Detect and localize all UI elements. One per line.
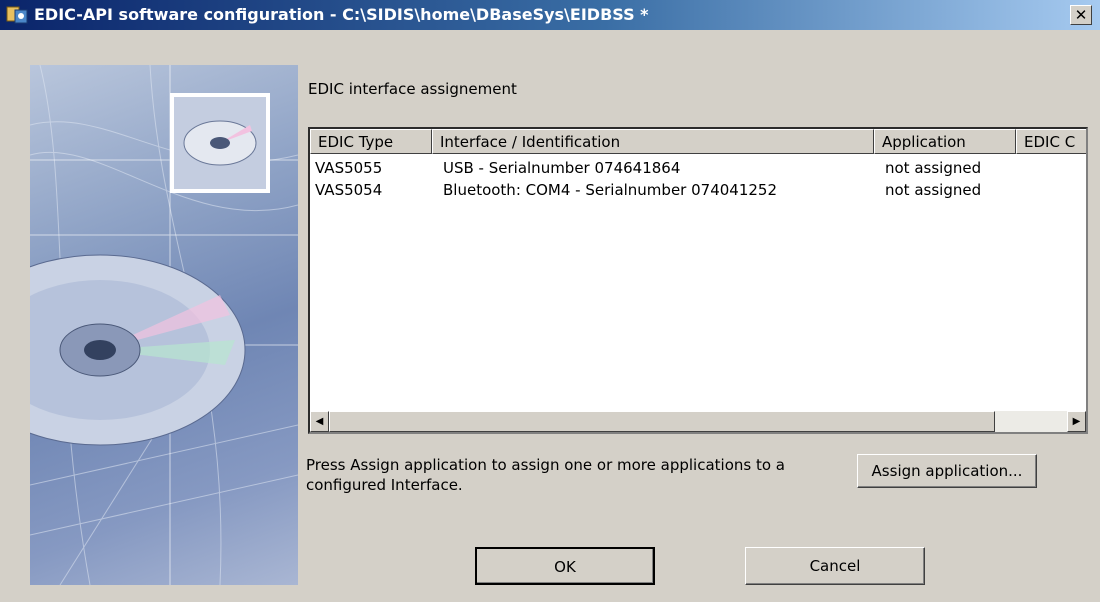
list-header: EDIC Type Interface / Identification App… (310, 129, 1086, 155)
table-row[interactable]: VAS5054 Bluetooth: COM4 - Serialnumber 0… (310, 179, 1086, 201)
section-label: EDIC interface assignement (308, 80, 517, 98)
app-config-icon (6, 6, 28, 24)
close-button[interactable]: ✕ (1070, 5, 1092, 25)
column-header-application[interactable]: Application (874, 129, 1016, 154)
application-cell: not assigned (885, 181, 982, 199)
side-illustration (30, 65, 298, 585)
cancel-button[interactable]: Cancel (745, 547, 925, 585)
hint-text: Press Assign application to assign one o… (306, 456, 785, 494)
edic-type-cell: VAS5055 (315, 159, 383, 177)
assign-application-button[interactable]: Assign application... (857, 454, 1037, 488)
title-bar: EDIC-API software configuration - C:\SID… (0, 0, 1100, 30)
horizontal-scrollbar[interactable]: ◀ ▶ (310, 411, 1086, 432)
interface-cell: Bluetooth: COM4 - Serialnumber 074041252 (443, 181, 777, 199)
scroll-left-icon[interactable]: ◀ (310, 411, 329, 432)
application-cell: not assigned (885, 159, 982, 177)
window-title: EDIC-API software configuration - C:\SID… (34, 5, 649, 24)
ok-button[interactable]: OK (475, 547, 655, 585)
edic-type-cell: VAS5054 (315, 181, 383, 199)
interface-list[interactable]: EDIC Type Interface / Identification App… (308, 127, 1088, 434)
cd-illustration-icon (30, 65, 298, 585)
scrollbar-thumb[interactable] (329, 411, 995, 432)
interface-cell: USB - Serialnumber 074641864 (443, 159, 681, 177)
column-header-edic-type[interactable]: EDIC Type (310, 129, 432, 154)
table-row[interactable]: VAS5055 USB - Serialnumber 074641864 not… (310, 157, 1086, 179)
column-header-interface[interactable]: Interface / Identification (432, 129, 874, 154)
scroll-right-icon[interactable]: ▶ (1067, 411, 1086, 432)
column-header-edic-c[interactable]: EDIC C (1016, 129, 1086, 154)
